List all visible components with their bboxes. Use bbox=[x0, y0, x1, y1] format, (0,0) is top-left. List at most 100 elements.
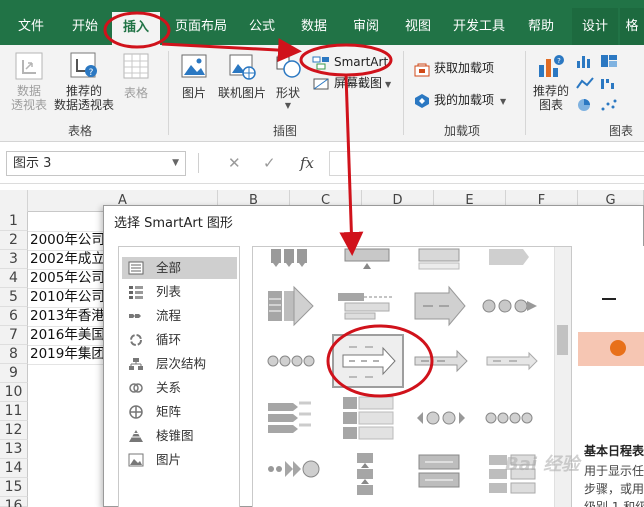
cell-a4[interactable]: 2005年公司 bbox=[30, 269, 105, 288]
layout-thumbnail[interactable] bbox=[417, 411, 465, 425]
row-header[interactable]: 9 bbox=[0, 364, 28, 383]
tab-view[interactable]: 视图 bbox=[396, 8, 440, 45]
category-hierarchy[interactable]: 层次结构 bbox=[122, 353, 237, 375]
layout-thumbnail[interactable] bbox=[418, 454, 460, 488]
category-label: 棱锥图 bbox=[156, 428, 194, 443]
category-matrix[interactable]: 矩阵 bbox=[122, 401, 237, 423]
formula-input[interactable] bbox=[329, 151, 644, 176]
category-list: 全部 列表 流程 循环 层次结构 关系 矩阵 棱锥图 图片 bbox=[118, 246, 240, 507]
layout-thumbnail[interactable] bbox=[268, 460, 320, 478]
tab-data[interactable]: 数据 bbox=[292, 8, 336, 45]
row-header[interactable]: 12 bbox=[0, 421, 28, 440]
matrix-icon bbox=[129, 405, 143, 419]
picture-label: 图片 bbox=[181, 86, 206, 100]
layout-thumbnail[interactable] bbox=[485, 412, 533, 424]
group-separator bbox=[168, 51, 169, 135]
layout-thumbnail[interactable] bbox=[489, 249, 529, 265]
layout-thumbnail[interactable] bbox=[271, 249, 307, 267]
column-chart-icon bbox=[577, 56, 590, 68]
row-header[interactable]: 10 bbox=[0, 383, 28, 402]
cell-a6[interactable]: 2013年香港 bbox=[30, 307, 105, 326]
category-label: 层次结构 bbox=[156, 356, 207, 371]
screenshot-button[interactable]: 屏幕截图 ▼ bbox=[312, 72, 391, 94]
row-header[interactable]: 16 bbox=[0, 497, 28, 507]
row-header[interactable]: 13 bbox=[0, 440, 28, 459]
tab-help[interactable]: 帮助 bbox=[518, 8, 564, 45]
layout-thumbnail[interactable] bbox=[414, 285, 466, 327]
layout-thumbnail[interactable] bbox=[268, 285, 314, 327]
recommended-charts-button[interactable]: ? 推荐的 图表 bbox=[530, 51, 572, 112]
row-header[interactable]: 15 bbox=[0, 478, 28, 497]
all-icon bbox=[128, 261, 144, 275]
row-header[interactable]: 1 bbox=[0, 212, 28, 231]
row-header[interactable]: 14 bbox=[0, 459, 28, 478]
hierarchy-chart-icon bbox=[601, 55, 617, 67]
select-all-corner[interactable] bbox=[0, 190, 28, 212]
row-header[interactable]: 6 bbox=[0, 307, 28, 326]
tab-home[interactable]: 开始 bbox=[60, 8, 110, 45]
formula-separator bbox=[198, 153, 199, 173]
my-addins-button[interactable]: 我的加载项 ▼ bbox=[414, 89, 506, 111]
enter-icon[interactable]: ✓ bbox=[263, 152, 276, 174]
category-relationship[interactable]: 关系 bbox=[122, 377, 237, 399]
cancel-icon[interactable]: ✕ bbox=[228, 152, 241, 174]
insert-function-icon[interactable]: fx bbox=[300, 152, 314, 174]
layout-thumbnail[interactable] bbox=[414, 349, 468, 373]
cell-a8[interactable]: 2019年集团 bbox=[30, 345, 105, 364]
row-header[interactable]: 7 bbox=[0, 326, 28, 345]
name-box[interactable]: 图示 3 ▼ bbox=[6, 151, 186, 176]
layout-thumbnail[interactable] bbox=[482, 299, 537, 313]
ribbon: 数据 透视表 ? 推荐的 数据透视表 表格 表格 图片 联机图片 形状 ▼ Sm… bbox=[0, 45, 644, 142]
tab-design[interactable]: 设计 bbox=[572, 8, 618, 45]
category-process[interactable]: 流程 bbox=[122, 305, 237, 327]
cell-a2[interactable]: 2000年公司 bbox=[30, 231, 105, 250]
category-cycle[interactable]: 循环 bbox=[122, 329, 237, 351]
group-separator bbox=[403, 51, 404, 135]
online-picture-button[interactable]: 联机图片 bbox=[214, 51, 270, 101]
recommended-pivot-button[interactable]: ? 推荐的 数据透视表 bbox=[52, 51, 116, 112]
smartart-button[interactable]: SmartArt bbox=[312, 51, 388, 73]
layout-thumbnail[interactable] bbox=[357, 453, 373, 495]
cell-a3[interactable]: 2002年成立 bbox=[30, 250, 105, 269]
row-header[interactable]: 5 bbox=[0, 288, 28, 307]
tab-review[interactable]: 审阅 bbox=[344, 8, 388, 45]
layout-thumbnail[interactable] bbox=[344, 248, 390, 269]
row-header[interactable]: 11 bbox=[0, 402, 28, 421]
category-all[interactable]: 全部 bbox=[122, 257, 237, 279]
table-button[interactable]: 表格 bbox=[116, 51, 156, 101]
tab-file[interactable]: 文件 bbox=[8, 8, 54, 45]
row-header[interactable]: 8 bbox=[0, 345, 28, 364]
category-list-item[interactable]: 列表 bbox=[122, 281, 237, 303]
tab-formulas[interactable]: 公式 bbox=[240, 8, 284, 45]
tab-page-layout[interactable]: 页面布局 bbox=[170, 8, 232, 45]
row-header[interactable]: 3 bbox=[0, 250, 28, 269]
shapes-button[interactable]: 形状 ▼ bbox=[270, 51, 306, 110]
online-picture-icon bbox=[229, 54, 256, 80]
shapes-label: 形状 bbox=[275, 86, 300, 100]
tab-developer[interactable]: 开发工具 bbox=[446, 8, 512, 45]
list-icon bbox=[129, 286, 143, 299]
cell-a7[interactable]: 2016年美国 bbox=[30, 326, 105, 345]
layout-thumbnail[interactable] bbox=[338, 293, 393, 320]
picture-button[interactable]: 图片 bbox=[174, 51, 214, 101]
layout-thumbnail[interactable] bbox=[418, 248, 460, 270]
smartart-icon bbox=[312, 56, 329, 69]
cell-a5[interactable]: 2010年公司 bbox=[30, 288, 105, 307]
smartart-label: SmartArt bbox=[334, 55, 389, 69]
category-picture[interactable]: 图片 bbox=[122, 449, 237, 471]
name-box-value: 图示 3 bbox=[13, 156, 52, 171]
layout-thumbnail[interactable] bbox=[267, 355, 315, 367]
picture-icon bbox=[181, 54, 207, 78]
layout-thumbnail[interactable] bbox=[486, 351, 538, 371]
tab-format[interactable]: 格 bbox=[620, 8, 644, 45]
chart-type-gallery[interactable] bbox=[575, 53, 641, 115]
tab-insert[interactable]: 插入 bbox=[112, 12, 160, 45]
pivot-table-button[interactable]: 数据 透视表 bbox=[6, 51, 52, 112]
get-addins-button[interactable]: 获取加载项 bbox=[414, 57, 494, 79]
category-pyramid[interactable]: 棱锥图 bbox=[122, 425, 237, 447]
layout-thumbnail[interactable] bbox=[343, 396, 394, 440]
scrollbar-thumb[interactable] bbox=[557, 325, 568, 355]
row-header[interactable]: 4 bbox=[0, 269, 28, 288]
layout-thumbnail[interactable] bbox=[268, 401, 311, 433]
row-header[interactable]: 2 bbox=[0, 231, 28, 250]
